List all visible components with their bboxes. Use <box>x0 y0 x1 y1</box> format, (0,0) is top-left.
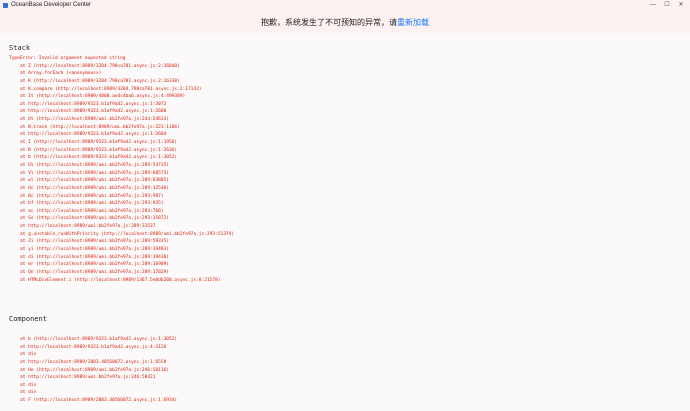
stack-frame-line: at HTMLDivElement.i (http://localhost:89… <box>20 277 221 283</box>
stack-frame-line: at Ul (http://localhost:8989/umi.bb2fe97… <box>20 162 170 168</box>
reload-link[interactable]: 重新加载 <box>397 17 429 28</box>
stack-frame-line: at b (http://localhost:8989/9323.b1af9a4… <box>20 155 178 161</box>
stack-frame-line: at div <box>20 352 37 358</box>
close-button[interactable]: ✕ <box>674 0 688 11</box>
stack-frame-line: at F (http://localhost:8989/2083.4056007… <box>20 398 178 404</box>
stack-frame-line: at div <box>20 382 37 388</box>
vertical-scrollbar[interactable] <box>686 33 690 411</box>
stack-frames-list: at Z (http://localhost:8989/3204.798ca70… <box>9 63 679 285</box>
stack-frame-line: at http://localhost:8989/9323.b1af9a42.a… <box>20 344 167 350</box>
component-frames-list: at b (http://localhost:8989/9323.b1af9a4… <box>9 336 679 405</box>
stack-frame-line: at Bc (http://localhost:8989/umi.bb2fe97… <box>20 193 164 199</box>
stack-frame-line: at K (http://localhost:8989/3204.798ca70… <box>20 78 180 84</box>
minimize-button[interactable]: — <box>646 0 660 11</box>
stack-frame-line: at Array.forEach (<anonymous>) <box>20 71 102 77</box>
stack-frame-line: at g.unstable_runWithPriority (http://lo… <box>20 231 235 237</box>
stack-frame-line: at Z (http://localhost:8989/3204.798ca70… <box>20 63 180 69</box>
stack-frame-line: at He (http://localhost:8989/umi.bb2fe97… <box>20 367 170 373</box>
app-logo-icon <box>3 3 8 8</box>
stack-frame-line: at K.compare (http://localhost:8989/3204… <box>20 86 202 92</box>
stack-frame-line: at http://localhost:8989/9323.b1af9a42.a… <box>20 109 167 115</box>
stack-frame-line: at B (http://localhost:8989/9323.b1af9a4… <box>20 147 178 153</box>
stack-frame-line: at http://localhost:8989/9323.b1af9a42.a… <box>20 101 167 107</box>
stack-frame-line: at Ss (http://localhost:8989/umi.bb2fe97… <box>20 216 170 222</box>
error-details: Stack TypeError: Invalid argument expect… <box>0 33 690 411</box>
stack-trace: TypeError: Invalid argument expected str… <box>9 55 679 284</box>
stack-frame-line: at http://localhost:8989/umi.bb2fe97a.js… <box>20 375 156 381</box>
stack-frame-line: at wl (http://localhost:8989/umi.bb2fe97… <box>20 178 170 184</box>
maximize-button[interactable]: ☐ <box>660 0 674 11</box>
stack-frame-line: at yi (http://localhost:8989/umi.bb2fe97… <box>20 247 170 253</box>
stack-frame-line: at ac (http://localhost:8989/umi.bb2fe97… <box>20 208 164 214</box>
window-controls: — ☐ ✕ <box>646 0 688 11</box>
stack-frame-line: at b (http://localhost:8989/9323.b1af9a4… <box>20 337 178 342</box>
stack-frame-line: at div <box>20 390 37 396</box>
stack-frame-line: at http://localhost:8989/9323.b1af9a42.a… <box>20 132 167 138</box>
window-title: OceanBase Developer Center <box>11 2 92 8</box>
error-banner: 抱歉，系统发生了不可预知的异常，请 重新加载 <box>0 11 690 33</box>
error-first-line: TypeError: Invalid argument expected str… <box>9 56 126 61</box>
stack-frame-line: at It (http://localhost:8989/4800.ae4c4b… <box>20 94 186 100</box>
stack-frame-line: at Qn (http://localhost:8989/umi.bb2fe97… <box>20 269 170 275</box>
stack-frame-line: at http://localhost:8989/2083.40560072.a… <box>20 359 167 365</box>
stack-frame-line: at N.track (http://localhost:8989/umi.bb… <box>20 124 180 130</box>
stack-frame-line: at di (http://localhost:8989/umi.bb2fe97… <box>20 254 170 260</box>
component-trace: at b (http://localhost:8989/9323.b1af9a4… <box>9 336 679 405</box>
stack-frame-line: at mr (http://localhost:8989/umi.bb2fe97… <box>20 262 170 268</box>
component-heading: Component <box>9 315 47 323</box>
stack-frame-line: at Vl (http://localhost:8989/umi.bb2fe97… <box>20 170 170 176</box>
stack-frame-line: at Zi (http://localhost:8989/umi.bb2fe97… <box>20 239 170 245</box>
stack-heading: Stack <box>9 44 31 52</box>
error-message: 抱歉，系统发生了不可预知的异常，请 <box>261 17 397 27</box>
stack-frame-line: at I (http://localhost:8989/9323.b1af9a4… <box>20 140 178 146</box>
stack-frame-line: at http://localhost:8989/umi.bb2fe97a.js… <box>20 224 156 230</box>
stack-frame-line: at Hc (http://localhost:8989/umi.bb2fe97… <box>20 185 170 191</box>
stack-frame-line: at bf (http://localhost:8989/umi.bb2fe97… <box>20 201 164 207</box>
stack-frame-line: at Ot (http://localhost:8989/umi.bb2fe97… <box>20 117 170 123</box>
window-titlebar[interactable]: OceanBase Developer Center — ☐ ✕ <box>0 0 690 11</box>
